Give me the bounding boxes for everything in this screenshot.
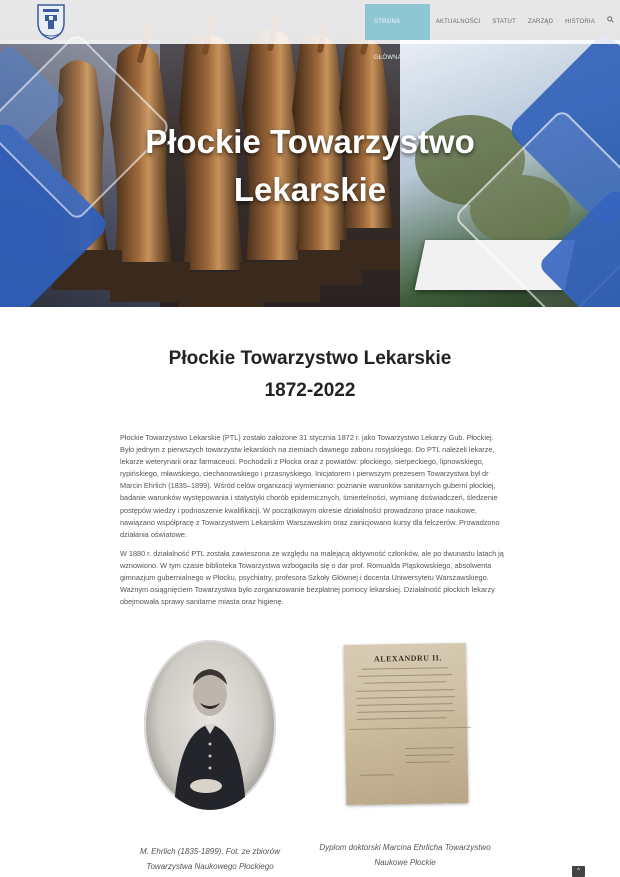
diploma-image: ALEXANDRU II.: [341, 640, 472, 806]
history-text: Płockie Towarzystwo Lekarskie (PTL) zost…: [120, 432, 505, 615]
hero-title-line2: Lekarskie: [233, 171, 387, 208]
page-title-line1: Płockie Towarzystwo Lekarskie: [168, 348, 452, 369]
scroll-to-top-button[interactable]: ^: [572, 866, 585, 877]
paragraph: W 1880 r. działalność PTL została zawies…: [120, 548, 504, 607]
caption-line: Naukowe Płockie: [374, 858, 436, 867]
caption-line: M. Ehrlich (1835-1899). Fot. ze zbiorów: [139, 847, 281, 856]
nav-item-board[interactable]: Zarząd: [522, 4, 559, 40]
ehrlich-portrait-image: [144, 640, 276, 810]
caption-line: Towarzystwa Naukowego Płockiego: [146, 862, 274, 871]
ptl-crest-logo[interactable]: [36, 3, 66, 41]
page-title-line2: 1872-2022: [264, 380, 356, 401]
diploma-heading: ALEXANDRU II.: [373, 653, 442, 664]
nav-item-home[interactable]: Strona główna: [365, 4, 430, 61]
top-navbar: Strona główna Aktualności Statut Zarząd …: [0, 0, 620, 61]
diploma-paper: ALEXANDRU II.: [343, 642, 472, 806]
chevron-up-icon: ^: [577, 868, 580, 874]
diploma-fold: [349, 726, 472, 730]
diploma-caption: Dyplom doktorski Marcina Ehrlicha Towarz…: [310, 840, 500, 870]
paragraph: Płockie Towarzystwo Lekarskie (PTL) zost…: [120, 433, 500, 539]
caption-line: Dyplom doktorski Marcina Ehrlicha Towarz…: [319, 843, 491, 852]
nav-item-history[interactable]: Historia: [559, 4, 601, 40]
figure-portrait: M. Ehrlich (1835-1899). Fot. ze zbiorów …: [120, 640, 300, 874]
search-icon[interactable]: [601, 4, 620, 40]
figure-diploma: ALEXANDRU II. Dyplom doktorski Marcina E…: [310, 640, 500, 870]
hero-title: Płockie Towarzystwo Lekarskie: [0, 118, 620, 214]
nav-item-news[interactable]: Aktualności: [430, 4, 487, 40]
page-title: Płockie Towarzystwo Lekarskie 1872-2022: [0, 343, 620, 407]
main-nav: Strona główna Aktualności Statut Zarząd …: [365, 4, 620, 61]
hero-title-line1: Płockie Towarzystwo: [145, 123, 475, 160]
portrait-caption: M. Ehrlich (1835-1899). Fot. ze zbiorów …: [120, 844, 300, 874]
hero-banner: Płockie Towarzystwo Lekarskie: [0, 0, 620, 307]
nav-item-statute[interactable]: Statut: [486, 4, 522, 40]
